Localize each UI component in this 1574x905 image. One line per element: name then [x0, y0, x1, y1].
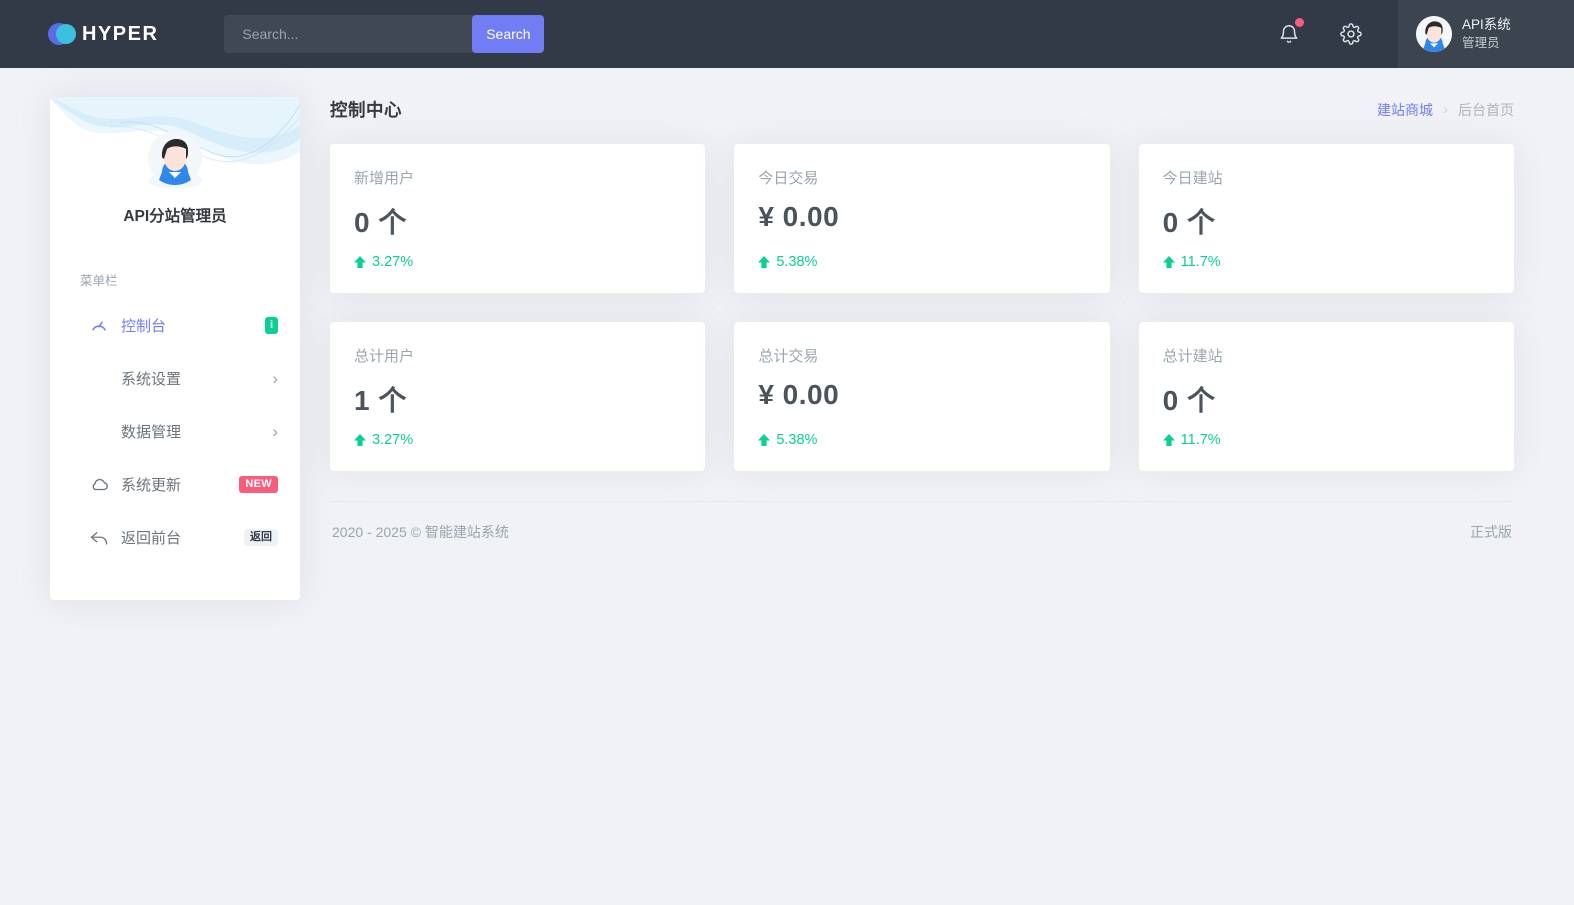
profile-name: API分站管理员: [123, 208, 227, 225]
stat-card-today-sites: 今日建站 0 个 11.7%: [1138, 144, 1514, 293]
stat-delta: 3.27%: [372, 432, 414, 448]
brand-logo[interactable]: HYPER: [48, 23, 158, 46]
sidebar-item-label: 系统设置: [121, 371, 182, 388]
main-content: 控制中心 建站商城 › 后台首页 新增用户 0 个 3.27% 今日交易 ¥ 0…: [330, 97, 1514, 542]
dashboard-badge: i: [264, 317, 278, 334]
profile-avatar[interactable]: [148, 131, 202, 189]
new-badge: NEW: [239, 476, 278, 493]
chevron-right-icon: ›: [272, 369, 278, 388]
user-menu[interactable]: API系统 管理员: [1398, 0, 1574, 68]
breadcrumb-parent[interactable]: 建站商城: [1377, 100, 1433, 120]
stat-delta: 5.38%: [776, 432, 818, 448]
stat-label: 新增用户: [354, 170, 415, 187]
breadcrumb-current: 后台首页: [1458, 101, 1514, 118]
stat-delta: 11.7%: [1180, 432, 1221, 448]
search-input[interactable]: [224, 15, 477, 53]
breadcrumb-separator-icon: ›: [1443, 101, 1448, 118]
stat-label: 今日建站: [1162, 170, 1223, 187]
sidebar-item-back-to-front[interactable]: 返回前台 返回: [50, 511, 300, 564]
page-title: 控制中心: [330, 100, 402, 120]
stat-label: 总计建站: [1162, 348, 1223, 365]
user-subtitle: 管理员: [1462, 35, 1500, 50]
arrow-up-icon: [354, 434, 366, 446]
brand-name: HYPER: [82, 22, 159, 45]
cloud-icon: [90, 477, 108, 493]
stat-card-new-users: 新增用户 0 个 3.27%: [330, 144, 706, 293]
footer-version: 正式版: [1470, 524, 1512, 540]
stat-value: 0 个: [1162, 385, 1216, 416]
gear-icon: [1340, 23, 1362, 45]
stat-delta: 3.27%: [372, 254, 414, 270]
arrow-up-icon: [1162, 434, 1175, 446]
stat-card-total-transactions: 总计交易 ¥ 0.00 5.38%: [734, 322, 1110, 471]
search-button[interactable]: Search: [472, 15, 545, 53]
menu-section-label: 菜单栏: [80, 274, 118, 288]
stat-cards-grid: 新增用户 0 个 3.27% 今日交易 ¥ 0.00 5.38% 今日建站 0 …: [330, 144, 1514, 471]
arrow-up-icon: [758, 434, 771, 446]
sidebar-item-system-settings[interactable]: 系统设置 ›: [50, 352, 300, 405]
stat-value: 1 个: [354, 385, 407, 416]
stat-value: 0 个: [1162, 207, 1216, 238]
sidebar-item-data-management[interactable]: 数据管理 ›: [50, 405, 300, 458]
return-badge: 返回: [244, 529, 278, 546]
stat-card-total-users: 总计用户 1 个 3.27%: [330, 322, 706, 471]
top-navbar: HYPER Search API系统 管理员: [0, 0, 1574, 68]
sidebar: API分站管理员 菜单栏 控制台 i 系统设置 › 数据管理 › 系统更新 NE…: [50, 97, 300, 600]
stat-value: 0 个: [354, 207, 407, 238]
settings-button[interactable]: [1320, 0, 1382, 68]
breadcrumb: 建站商城 › 后台首页: [1377, 100, 1514, 120]
notification-dot: [1295, 18, 1304, 27]
footer: 2020 - 2025 © 智能建站系统 正式版: [330, 501, 1514, 542]
stat-delta: 11.7%: [1180, 254, 1221, 270]
sidebar-item-label: 数据管理: [121, 424, 182, 441]
reply-icon: [90, 530, 108, 546]
sidebar-item-label: 系统更新: [121, 477, 182, 494]
sidebar-menu: 控制台 i 系统设置 › 数据管理 › 系统更新 NEW 返回前台 返回: [50, 299, 300, 564]
user-title: API系统: [1462, 17, 1511, 33]
stat-label: 总计交易: [758, 348, 819, 365]
arrow-up-icon: [758, 256, 771, 268]
brand-logo-icon: [48, 23, 76, 45]
stat-delta: 5.38%: [776, 254, 818, 270]
stat-value: ¥ 0.00: [758, 379, 840, 410]
avatar: [1416, 16, 1452, 52]
footer-copyright: 2020 - 2025 © 智能建站系统: [332, 524, 509, 540]
stat-card-total-sites: 总计建站 0 个 11.7%: [1138, 322, 1514, 471]
sidebar-item-label: 返回前台: [121, 530, 182, 547]
sidebar-profile: API分站管理员: [50, 97, 300, 226]
notifications-button[interactable]: [1258, 0, 1320, 68]
arrow-up-icon: [354, 256, 366, 268]
chevron-right-icon: ›: [272, 422, 278, 441]
stat-value: ¥ 0.00: [758, 201, 840, 232]
stat-card-today-transactions: 今日交易 ¥ 0.00 5.38%: [734, 144, 1110, 293]
sidebar-item-label: 控制台: [121, 318, 167, 335]
stat-label: 今日交易: [758, 170, 819, 187]
sidebar-item-system-update[interactable]: 系统更新 NEW: [50, 458, 300, 511]
stat-label: 总计用户: [354, 348, 415, 365]
arrow-up-icon: [1162, 256, 1175, 268]
sidebar-item-dashboard[interactable]: 控制台 i: [50, 299, 300, 352]
topbar-search: Search: [224, 15, 545, 53]
dashboard-icon: [90, 317, 108, 335]
